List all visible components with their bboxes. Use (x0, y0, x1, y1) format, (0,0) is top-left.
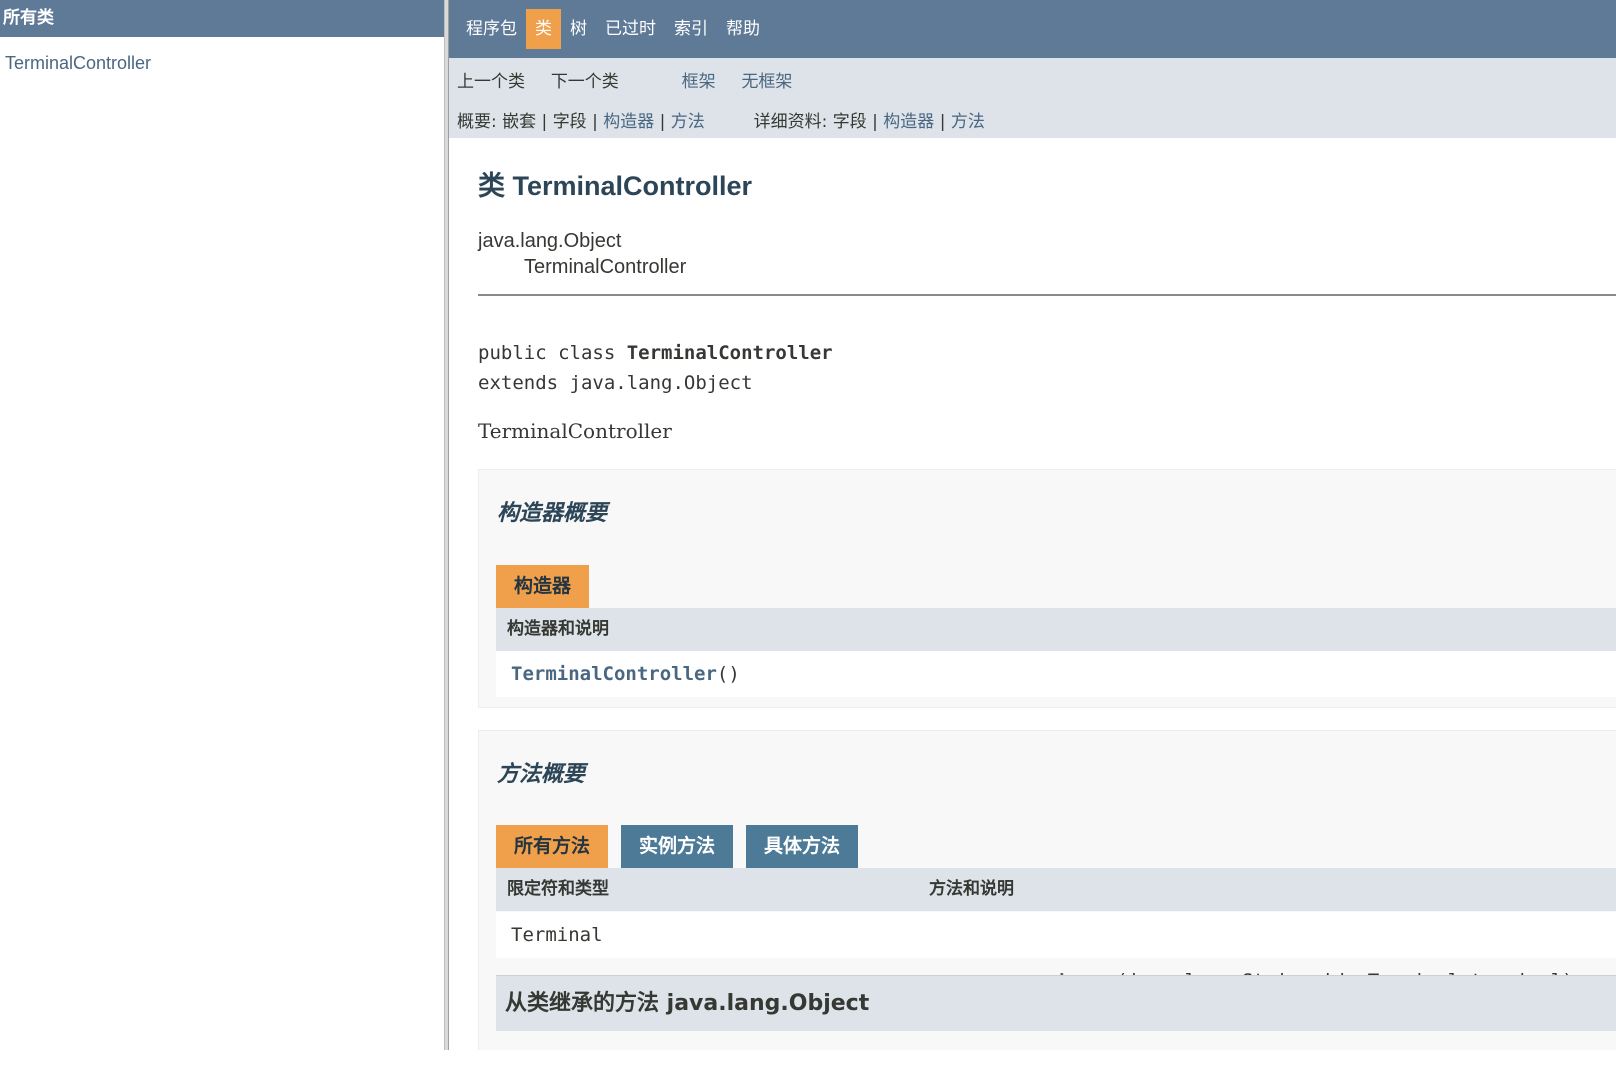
nav-class: 类 (526, 9, 561, 49)
col-method: 方法和说明 (929, 879, 1014, 899)
subnav-row-summary: 概要: 嵌套 | 字段 | 构造器 | 方法 详细资料: 字段 | 构造器 | … (457, 107, 985, 132)
class-link-terminalcontroller[interactable]: TerminalController (5, 53, 151, 73)
method-summary-title: 方法概要 (497, 762, 586, 787)
constructor-summary-title: 构造器概要 (497, 501, 608, 526)
method-table-header: 限定符和类型 方法和说明 (496, 868, 1616, 911)
summary-field-text: 字段 (552, 112, 587, 132)
inheritance-child: TerminalController (524, 256, 687, 278)
page-title: 类 TerminalController (478, 171, 753, 201)
col-modifier-type: 限定符和类型 (507, 879, 609, 899)
tab-instance-methods[interactable]: 实例方法 (621, 825, 734, 868)
divider (478, 294, 1616, 296)
decl-class-name: TerminalController (626, 342, 833, 364)
separator: | (872, 112, 878, 132)
constructor-link[interactable]: TerminalController (511, 663, 717, 685)
decl-prefix: public class (478, 342, 627, 364)
constructor-summary: 构造器概要 构造器 构造器和说明 TerminalController() (478, 469, 1616, 708)
detail-method-link[interactable]: 方法 (951, 112, 985, 132)
separator: | (592, 112, 598, 132)
nav-deprecated[interactable]: 已过时 (596, 9, 665, 49)
detail-constructor-link[interactable]: 构造器 (883, 112, 934, 132)
constructor-params: () (716, 663, 740, 685)
method-summary: 方法概要 所有方法 实例方法 具体方法 限定符和类型 方法和说明 Termina… (478, 730, 1616, 1050)
table-row: TerminalController() (496, 651, 1616, 697)
detail-label: 详细资料: (753, 112, 828, 132)
table-row: Terminal change(java.lang.String id, Ter… (496, 912, 1616, 992)
separator: | (939, 112, 946, 132)
all-classes-header: 所有类 (0, 0, 444, 37)
constructor-table-header: 构造器和说明 (496, 608, 1616, 651)
separator: | (659, 112, 666, 132)
window-bottom-edge (0, 1050, 1616, 1082)
nav-help[interactable]: 帮助 (717, 9, 769, 49)
summary-method-link[interactable]: 方法 (671, 112, 705, 132)
prev-class-text: 上一个类 (457, 72, 525, 92)
no-frames-link[interactable]: 无框架 (741, 72, 792, 92)
class-list: TerminalController (0, 37, 444, 74)
tab-concrete-methods[interactable]: 具体方法 (746, 825, 859, 868)
nav-package[interactable]: 程序包 (457, 9, 526, 49)
nav-tree[interactable]: 树 (561, 9, 596, 49)
summary-constructor-link[interactable]: 构造器 (603, 112, 654, 132)
frames-link[interactable]: 框架 (682, 72, 716, 92)
summary-nested-text: 嵌套 (502, 112, 537, 132)
summary-label: 概要: (457, 112, 497, 132)
subnav-row-nav: 上一个类 下一个类 框架 无框架 (457, 67, 792, 92)
separator: | (541, 112, 548, 132)
class-declaration: public class TerminalController extends … (478, 338, 833, 398)
decl-extends: extends java.lang.Object (478, 372, 753, 394)
top-navbar: 程序包 类 树 已过时 索引 帮助 (449, 0, 1616, 58)
tab-constructors: 构造器 (496, 565, 590, 608)
class-description: TerminalController (478, 419, 672, 443)
all-classes-frame: 所有类 TerminalController (0, 0, 444, 1050)
nav-index[interactable]: 索引 (665, 9, 717, 49)
next-class-text: 下一个类 (550, 72, 619, 92)
inheritance-parent: java.lang.Object (478, 230, 622, 252)
detail-field-text: 字段 (832, 112, 867, 132)
method-return-type: Terminal (511, 924, 603, 946)
col-constructor: 构造器和说明 (507, 619, 609, 639)
class-frame: 程序包 类 树 已过时 索引 帮助 上一个类 下一个类 框架 无框架 概要: 嵌… (449, 0, 1616, 1050)
tab-all-methods[interactable]: 所有方法 (496, 825, 609, 868)
inherited-methods-header: 从类继承的方法 java.lang.Object (496, 975, 1616, 1031)
